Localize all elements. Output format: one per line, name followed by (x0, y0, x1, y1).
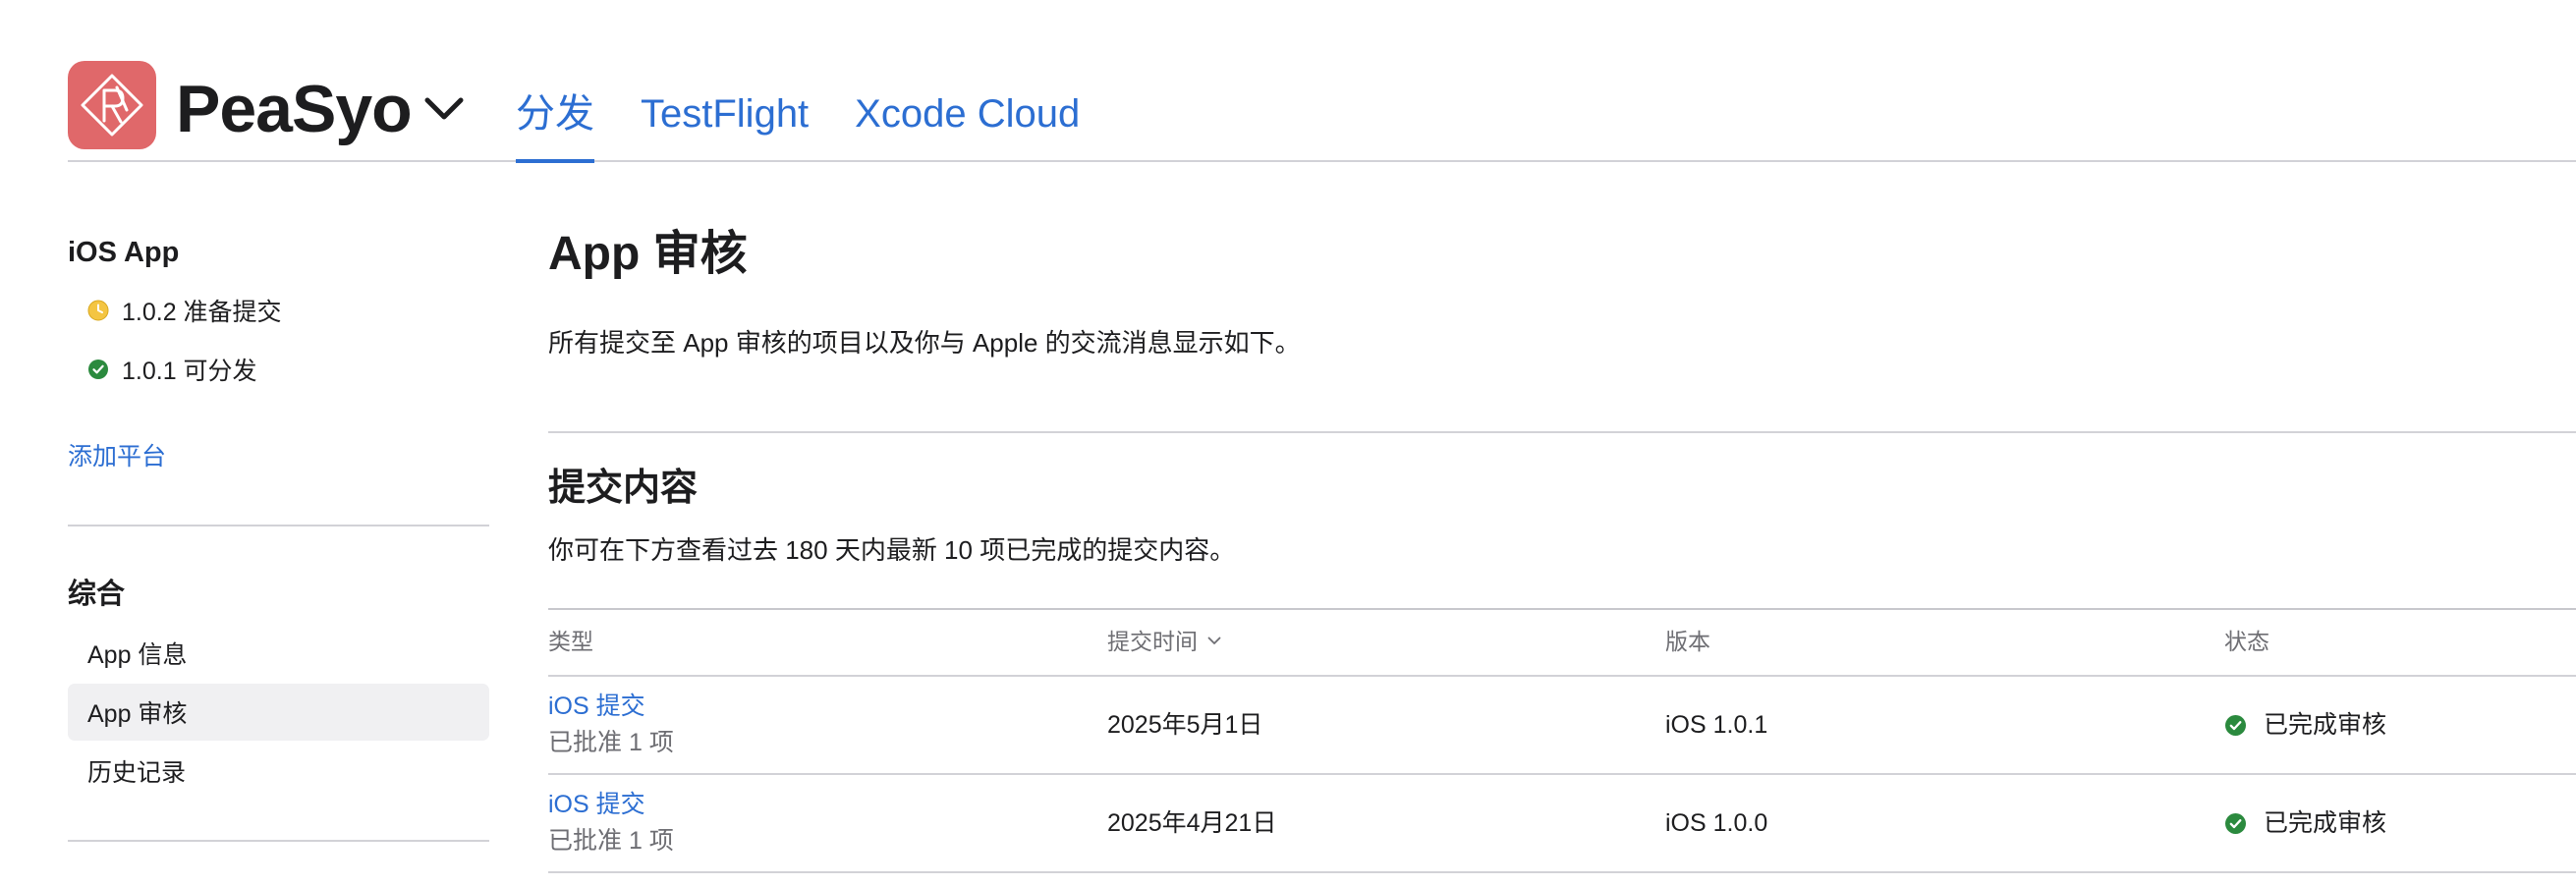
cell-type: iOS 提交 已批准 1 项 (548, 689, 1107, 761)
submission-detail: 已批准 1 项 (548, 729, 674, 756)
sidebar-item-label: App 信息 (87, 641, 188, 669)
submissions-description: 你可在下方查看过去 180 天内最新 10 项已完成的提交内容。 (548, 535, 1236, 565)
submission-detail: 已批准 1 项 (548, 827, 674, 855)
column-header-label: 版本 (1665, 628, 1710, 654)
cell-status: 已完成审核 (2224, 707, 2576, 744)
submissions-title: 提交内容 (548, 468, 699, 509)
sidebar-version-1-0-2[interactable]: 1.0.2 准备提交 (87, 291, 282, 330)
chevron-down-icon[interactable] (1207, 637, 1221, 645)
cell-date: 2025年5月1日 (1107, 710, 1263, 739)
page-description: 所有提交至 App 审核的项目以及你与 Apple 的交流消息显示如下。 (548, 328, 1301, 358)
add-platform-link[interactable]: 添加平台 (68, 437, 166, 476)
column-header-status: 状态 (2224, 627, 2576, 656)
sidebar-divider (68, 840, 489, 842)
section-divider (548, 431, 2576, 433)
sidebar-divider (68, 525, 489, 526)
sidebar-general-title: 综合 (68, 579, 126, 610)
check-circle-icon (2224, 714, 2247, 737)
sidebar: iOS App 1.0.2 准备提交 1.0.1 可分发 添加平台 综合 App… (68, 0, 489, 886)
sidebar-item-label: App 审核 (87, 700, 188, 728)
cell-type: iOS 提交 已批准 1 项 (548, 787, 1107, 859)
clock-icon (87, 300, 109, 321)
cell-version: iOS 1.0.1 (1665, 710, 1768, 739)
status-label: 已完成审核 (2264, 710, 2387, 739)
cell-date: 2025年4月21日 (1107, 808, 1277, 837)
status-label: 已完成审核 (2264, 808, 2387, 837)
sidebar-item-history[interactable]: 历史记录 (68, 743, 489, 800)
submissions-table: 类型 提交时间 版本 状态 iOS 提交 已批准 1 项 2025年5月1日 i… (548, 608, 2576, 873)
column-header-label: 提交时间 (1107, 628, 1198, 654)
check-circle-icon (2224, 812, 2247, 835)
check-circle-icon (87, 359, 109, 380)
sidebar-platform-title: iOS App (68, 237, 180, 268)
submission-link[interactable]: iOS 提交 (548, 689, 1107, 725)
sidebar-item-label: 历史记录 (87, 759, 187, 787)
column-header-type: 类型 (548, 627, 1107, 656)
page-title: App 审核 (548, 228, 748, 280)
column-header-submitted[interactable]: 提交时间 (1107, 627, 1665, 656)
table-row: iOS 提交 已批准 1 项 2025年4月21日 iOS 1.0.0 已完成审… (548, 775, 2576, 873)
sidebar-item-app-info[interactable]: App 信息 (68, 625, 489, 682)
table-header: 类型 提交时间 版本 状态 (548, 610, 2576, 677)
sidebar-version-1-0-1[interactable]: 1.0.1 可分发 (87, 350, 257, 389)
cell-status: 已完成审核 (2224, 805, 2576, 842)
table-row: iOS 提交 已批准 1 项 2025年5月1日 iOS 1.0.1 已完成审核 (548, 677, 2576, 775)
column-header-version: 版本 (1665, 627, 2224, 656)
column-header-label: 状态 (2224, 628, 2269, 654)
column-header-label: 类型 (548, 628, 593, 654)
cell-version: iOS 1.0.0 (1665, 808, 1768, 837)
sidebar-version-label: 1.0.1 可分发 (122, 358, 257, 385)
main-content: App 审核 所有提交至 App 审核的项目以及你与 Apple 的交流消息显示… (548, 0, 2576, 886)
sidebar-item-app-review[interactable]: App 审核 (68, 684, 489, 741)
submission-link[interactable]: iOS 提交 (548, 787, 1107, 823)
sidebar-version-label: 1.0.2 准备提交 (122, 299, 282, 326)
